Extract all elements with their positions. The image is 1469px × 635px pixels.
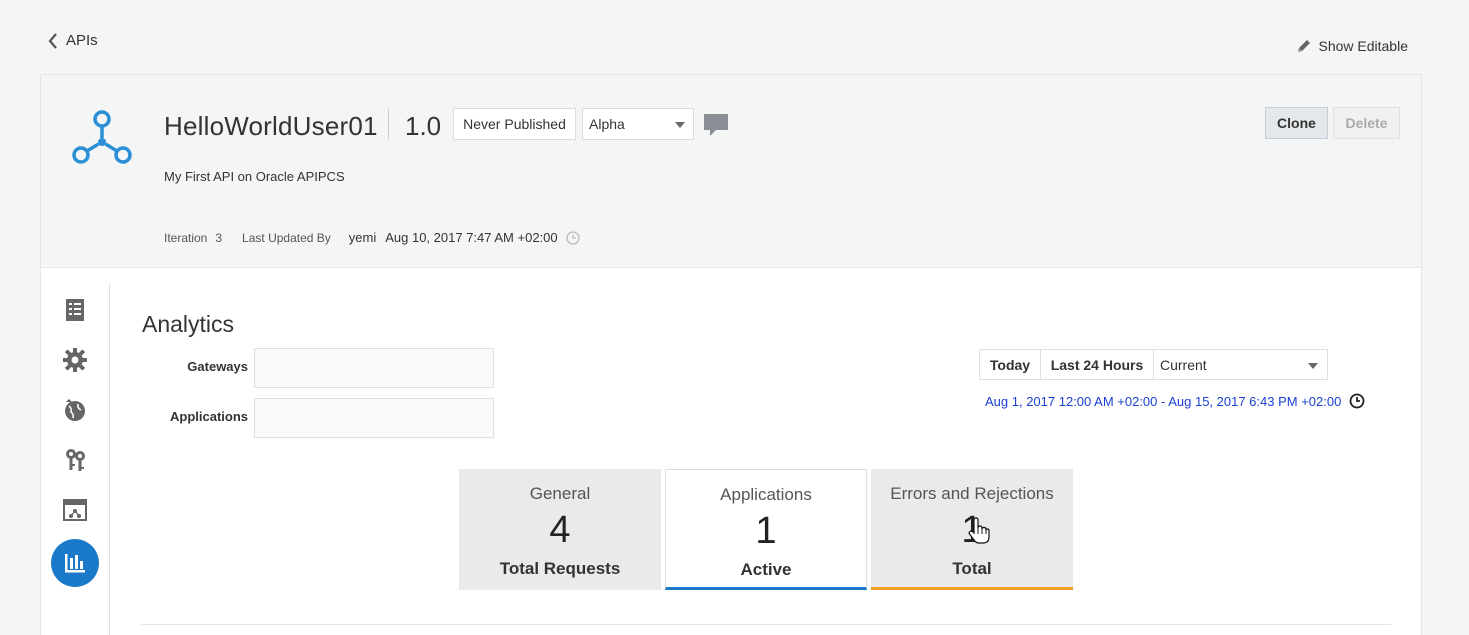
last-updated-label: Last Updated By [242, 230, 331, 245]
gear-icon [63, 348, 87, 372]
sidebar-item-publication[interactable] [58, 493, 92, 527]
tile-label: Active [740, 560, 792, 579]
sidebar-item-overview[interactable] [58, 293, 92, 327]
applications-input[interactable] [254, 398, 494, 438]
portal-icon [63, 499, 87, 521]
api-description: My First API on Oracle APIPCS [164, 169, 345, 184]
last-updated-user: yemi [348, 230, 377, 245]
iteration-label: Iteration [164, 230, 208, 245]
api-header: HelloWorldUser01 1.0 Never Published Alp… [41, 75, 1421, 268]
sidebar-item-grants[interactable] [58, 443, 92, 477]
range-select-value: Current [1160, 356, 1207, 373]
stage-select[interactable]: Alpha [582, 108, 694, 140]
date-range-text: Aug 1, 2017 12:00 AM +02:00 - Aug 15, 20… [985, 393, 1342, 409]
tile-label: Total [952, 559, 992, 578]
last-updated-date: Aug 10, 2017 7:47 AM +02:00 [385, 230, 558, 245]
back-link-label: APIs [66, 32, 98, 49]
globe-icon [65, 399, 85, 421]
analytics-heading: Analytics [142, 311, 235, 337]
sidebar-item-policies[interactable] [58, 343, 92, 377]
api-network-icon [72, 110, 132, 164]
document-icon [66, 299, 84, 321]
sidebar-item-analytics[interactable] [51, 539, 99, 587]
chevron-left-icon [48, 32, 57, 49]
range-select[interactable]: Current [1153, 349, 1328, 380]
bar-chart-icon [65, 554, 85, 573]
comment-icon[interactable] [703, 112, 729, 138]
iteration-value: 3 [215, 230, 223, 245]
tile-general[interactable]: General 4 Total Requests [459, 469, 661, 590]
api-meta-row: Iteration 3 Last Updated By yemi Aug 10,… [164, 230, 580, 245]
tile-label: Total Requests [499, 559, 621, 578]
tile-title: Errors and Rejections [890, 484, 1054, 503]
clock-icon [1349, 393, 1365, 409]
section-divider [141, 624, 1391, 625]
keys-icon [66, 449, 85, 471]
show-editable-label: Show Editable [1318, 38, 1408, 54]
range-last24-button[interactable]: Last 24 Hours [1040, 349, 1154, 380]
clock-icon[interactable] [565, 230, 580, 245]
range-today-button[interactable]: Today [979, 349, 1041, 380]
title-divider [388, 109, 389, 139]
applications-label: Applications [169, 409, 248, 424]
side-nav [41, 283, 110, 635]
sidebar-item-deployments[interactable] [58, 393, 92, 427]
tile-value: 4 [549, 509, 571, 551]
tile-title: Applications [720, 485, 812, 504]
api-version: 1.0 [405, 111, 442, 141]
show-editable-button[interactable]: Show Editable [1296, 38, 1408, 54]
dropdown-arrow-icon [1308, 363, 1318, 369]
tile-value: 1 [755, 510, 777, 552]
tile-title: General [529, 484, 591, 503]
tile-applications[interactable]: Applications 1 Active [665, 469, 867, 590]
back-to-apis-link[interactable]: APIs [48, 32, 98, 49]
gateways-input[interactable] [254, 348, 494, 388]
clone-button[interactable]: Clone [1265, 107, 1328, 139]
delete-button[interactable]: Delete [1333, 107, 1400, 139]
api-card: HelloWorldUser01 1.0 Never Published Alp… [40, 74, 1422, 635]
date-range-link[interactable]: Aug 1, 2017 12:00 AM +02:00 - Aug 15, 20… [985, 393, 1365, 409]
publish-status-badge: Never Published [453, 108, 576, 140]
gateways-label: Gateways [187, 359, 248, 374]
hand-cursor-icon [968, 517, 990, 544]
pencil-icon [1298, 40, 1311, 52]
dropdown-arrow-icon [675, 122, 685, 128]
stage-select-value: Alpha [589, 116, 625, 132]
api-title: HelloWorldUser01 [164, 111, 378, 141]
